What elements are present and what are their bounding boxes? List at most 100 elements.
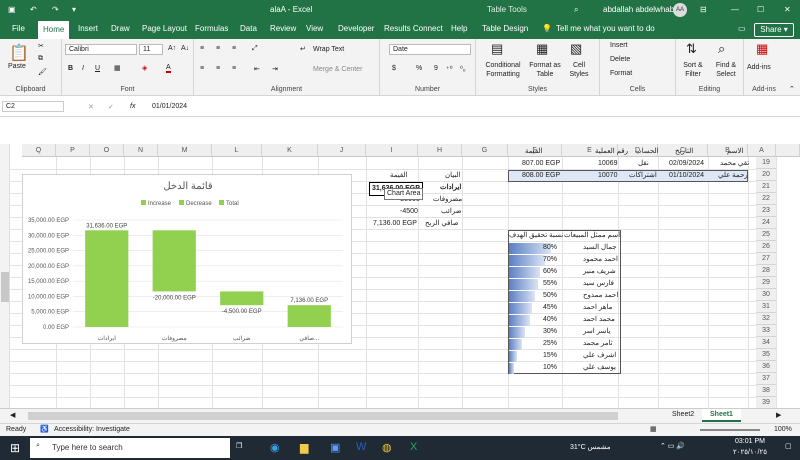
tab-formulas[interactable]: Formulas: [195, 24, 228, 33]
column-header-H[interactable]: H: [418, 144, 462, 157]
summary-value[interactable]: 7,136.00 EGP: [373, 218, 417, 230]
align-left-icon[interactable]: ≡: [200, 65, 204, 72]
explorer-icon[interactable]: ▆: [300, 441, 308, 454]
sheet-tab[interactable]: Sheet2: [672, 411, 694, 418]
fx-icon[interactable]: fx: [130, 103, 135, 110]
name-box[interactable]: C2: [2, 101, 64, 112]
undo-icon[interactable]: ↶: [30, 5, 37, 14]
scroll-thumb[interactable]: [1, 272, 9, 302]
summary-header-value[interactable]: القيمة: [390, 170, 408, 182]
zoom-slider[interactable]: [700, 429, 760, 431]
align-bottom-icon[interactable]: ≡: [232, 45, 236, 52]
summary-item[interactable]: صافي الربح: [425, 218, 459, 230]
tab-help[interactable]: Help: [451, 24, 467, 33]
cell-styles-button[interactable]: Cell Styles: [564, 61, 594, 79]
conditional-formatting-button[interactable]: Conditional Formatting: [480, 61, 526, 79]
sales-pct[interactable]: 50%: [543, 290, 557, 302]
tab-page-layout[interactable]: Page Layout: [142, 24, 187, 33]
italic-button[interactable]: I: [82, 65, 84, 72]
increase-decimal-icon[interactable]: ⁺⁰: [446, 65, 453, 73]
paste-icon[interactable]: 📋: [9, 43, 29, 63]
sales-name[interactable]: فارس سيد: [583, 278, 614, 290]
zoom-level[interactable]: 100%: [774, 426, 792, 433]
conditional-formatting-icon[interactable]: ▤: [491, 41, 503, 57]
row-header-29[interactable]: 29: [756, 277, 776, 289]
decrease-decimal-icon[interactable]: ⁰₀: [460, 65, 466, 73]
autosave-icon[interactable]: ▣: [8, 5, 16, 14]
excel-icon[interactable]: X: [410, 441, 417, 453]
task-view-icon[interactable]: ❐: [236, 442, 242, 450]
wrap-text-icon[interactable]: ↵: [300, 45, 306, 53]
sales-name[interactable]: ياسر اسر: [583, 326, 610, 338]
orientation-icon[interactable]: ⤢: [252, 45, 258, 53]
summary-item[interactable]: مصروفات: [433, 194, 462, 206]
notification-icon[interactable]: ▢: [785, 442, 792, 450]
sales-pct[interactable]: 80%: [543, 242, 557, 254]
sales-pct[interactable]: 25%: [543, 338, 557, 350]
column-header-N[interactable]: N: [124, 144, 158, 157]
scroll-left-icon[interactable]: ◀: [10, 411, 15, 419]
row-header-20[interactable]: 20: [756, 169, 776, 181]
tab-developer[interactable]: Developer: [338, 24, 374, 33]
column-header-I[interactable]: I: [366, 144, 418, 157]
cut-icon[interactable]: ✂: [38, 42, 44, 50]
column-header-O[interactable]: O: [90, 144, 124, 157]
column-header-Q[interactable]: Q: [22, 144, 56, 157]
number-format-select[interactable]: Date: [389, 44, 471, 55]
summary-item[interactable]: ايرادات: [440, 182, 461, 194]
column-header-P[interactable]: P: [56, 144, 90, 157]
border-icon[interactable]: ▦: [114, 64, 121, 72]
fill-color-icon[interactable]: ◈: [142, 64, 147, 72]
align-top-icon[interactable]: ≡: [200, 45, 204, 52]
sales-pct[interactable]: 45%: [543, 302, 557, 314]
row-header-36[interactable]: 36: [756, 361, 776, 373]
row-header-32[interactable]: 32: [756, 313, 776, 325]
table-cell-name[interactable]: تقي محمد: [720, 158, 749, 170]
table-cell-value[interactable]: 808.00 EGP: [522, 170, 560, 182]
tab-results-connect[interactable]: Results Connect: [384, 24, 443, 33]
scroll-right-icon[interactable]: ▶: [776, 411, 781, 419]
maximize-icon[interactable]: ☐: [757, 5, 764, 14]
table-cell-account[interactable]: اشتراكات: [629, 170, 657, 182]
sales-pct[interactable]: 30%: [543, 326, 557, 338]
column-header-G[interactable]: G: [462, 144, 508, 157]
paste-button[interactable]: Paste: [8, 63, 26, 70]
sheet-tab-active[interactable]: Sheet1: [702, 409, 741, 422]
tell-me-input[interactable]: Tell me what you want to do: [556, 24, 655, 33]
sort-filter-icon[interactable]: ⇅: [686, 41, 697, 57]
sales-name[interactable]: اشرف علي: [583, 350, 616, 362]
cancel-formula-icon[interactable]: ✕: [88, 103, 94, 111]
sales-pct[interactable]: 55%: [543, 278, 557, 290]
comments-icon[interactable]: ▭: [738, 24, 746, 33]
chrome-icon[interactable]: ◍: [382, 441, 392, 454]
sales-header-name[interactable]: اسم ممثل المبيعات: [564, 230, 620, 242]
column-header-A[interactable]: A: [748, 144, 776, 157]
delete-cells-button[interactable]: Delete: [610, 56, 630, 63]
bold-button[interactable]: B: [68, 65, 73, 72]
tab-table-design[interactable]: Table Design: [482, 24, 528, 33]
sort-filter-button[interactable]: Sort & Filter: [678, 61, 708, 79]
confirm-formula-icon[interactable]: ✓: [108, 103, 114, 111]
table-header-op-no[interactable]: رقم العملية: [595, 146, 628, 158]
edge-icon[interactable]: ◉: [270, 441, 280, 454]
row-header-23[interactable]: 23: [756, 205, 776, 217]
row-header-28[interactable]: 28: [756, 265, 776, 277]
row-header-26[interactable]: 26: [756, 241, 776, 253]
quick-access-icon[interactable]: ▾: [72, 5, 76, 14]
table-cell-name[interactable]: رحمة علي: [718, 170, 748, 182]
decrease-font-icon[interactable]: A↓: [181, 45, 189, 52]
tab-draw[interactable]: Draw: [111, 24, 130, 33]
summary-header-item[interactable]: البيان: [445, 170, 461, 182]
sales-pct[interactable]: 60%: [543, 266, 557, 278]
sales-name[interactable]: جمال السيد: [583, 242, 617, 254]
tab-review[interactable]: Review: [270, 24, 296, 33]
table-header-date[interactable]: التاريخ: [675, 146, 693, 158]
tab-data[interactable]: Data: [240, 24, 257, 33]
format-table-icon[interactable]: ▦: [536, 41, 548, 57]
summary-item[interactable]: ضرائب: [441, 206, 462, 218]
outdent-icon[interactable]: ⇥: [272, 65, 278, 73]
ribbon-display-icon[interactable]: ⊟: [700, 5, 707, 14]
row-header-37[interactable]: 37: [756, 373, 776, 385]
sales-name[interactable]: ثامر محمد: [583, 338, 613, 350]
row-header-19[interactable]: 19: [756, 157, 776, 169]
